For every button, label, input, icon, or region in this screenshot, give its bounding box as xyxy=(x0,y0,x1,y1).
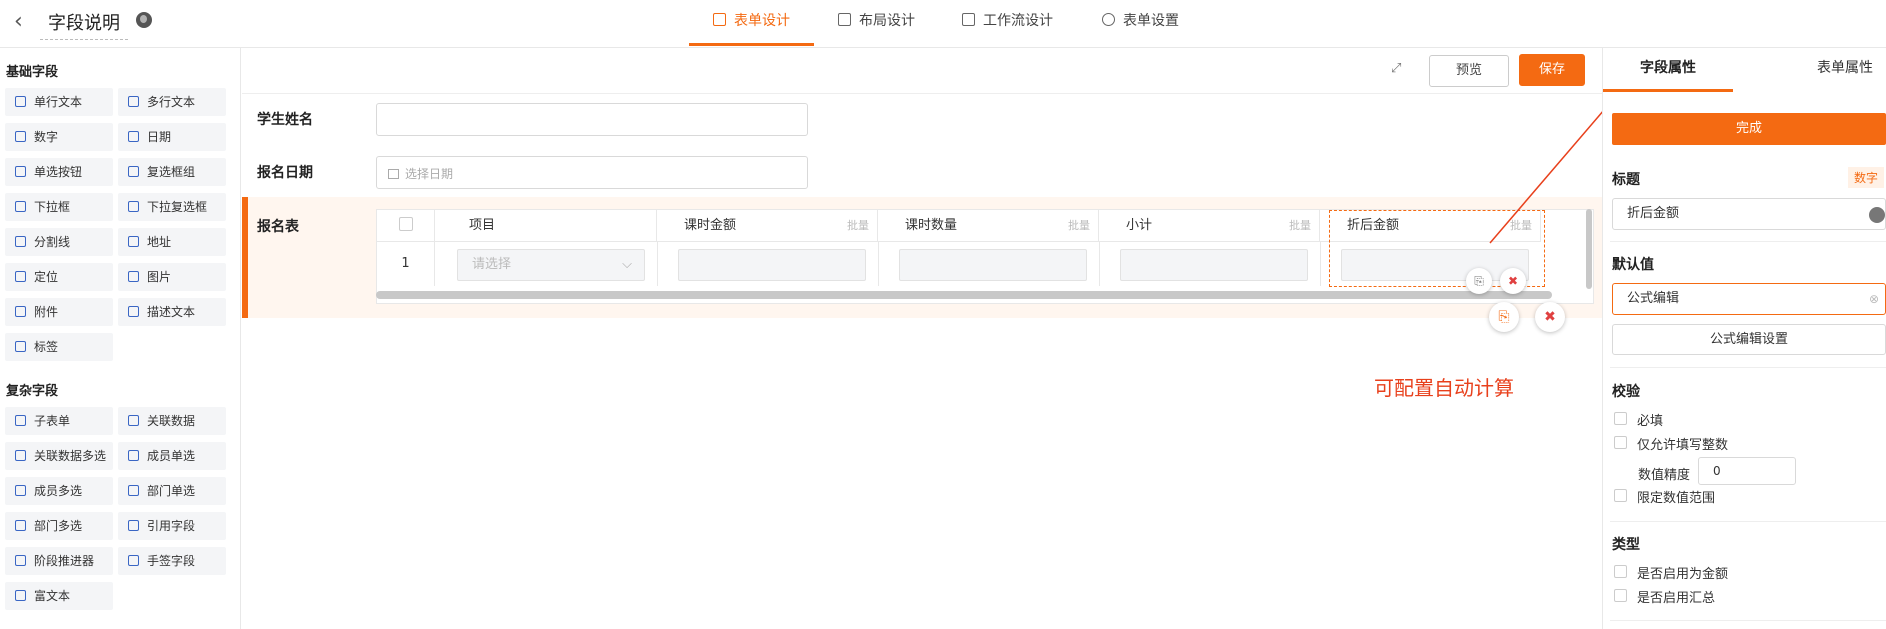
integer-only-checkbox[interactable] xyxy=(1614,436,1627,449)
enable-sum-checkbox[interactable] xyxy=(1614,589,1627,602)
default-value-input[interactable]: 公式编辑 ⊗ xyxy=(1612,283,1886,315)
type-label: 类型 xyxy=(1612,537,1640,553)
formula-settings-button[interactable]: 公式编辑设置 xyxy=(1612,324,1886,355)
precision-label: 数值精度 xyxy=(1638,468,1691,483)
integer-only-label: 仅允许填写整数 xyxy=(1637,438,1729,453)
title-label: 标题 xyxy=(1612,172,1640,188)
divider xyxy=(1610,620,1886,621)
required-label: 必填 xyxy=(1637,414,1664,429)
limit-range-label: 限定数值范围 xyxy=(1637,491,1716,506)
tab-form-properties[interactable]: 表单属性 xyxy=(1800,48,1886,92)
title-input[interactable]: 折后金额 xyxy=(1612,198,1886,230)
default-value-label: 默认值 xyxy=(1612,257,1654,273)
enable-sum-label: 是否启用汇总 xyxy=(1637,591,1716,606)
as-amount-label: 是否启用为金额 xyxy=(1637,567,1729,582)
type-badge: 数字 xyxy=(1848,167,1885,188)
done-button[interactable]: 完成 xyxy=(1612,113,1886,145)
divider xyxy=(1610,367,1886,368)
limit-range-checkbox[interactable] xyxy=(1614,489,1627,502)
globe-icon[interactable] xyxy=(1869,207,1885,223)
validation-label: 校验 xyxy=(1612,384,1640,400)
tab-field-properties[interactable]: 字段属性 xyxy=(1603,48,1733,92)
title-value: 折后金额 xyxy=(1627,206,1680,221)
clear-icon[interactable]: ⊗ xyxy=(1869,284,1879,314)
default-value-text: 公式编辑 xyxy=(1627,291,1680,306)
divider xyxy=(1610,521,1886,522)
required-checkbox[interactable] xyxy=(1614,412,1627,425)
divider xyxy=(1610,241,1886,242)
as-amount-checkbox[interactable] xyxy=(1614,565,1627,578)
precision-input[interactable]: 0 xyxy=(1698,457,1796,485)
